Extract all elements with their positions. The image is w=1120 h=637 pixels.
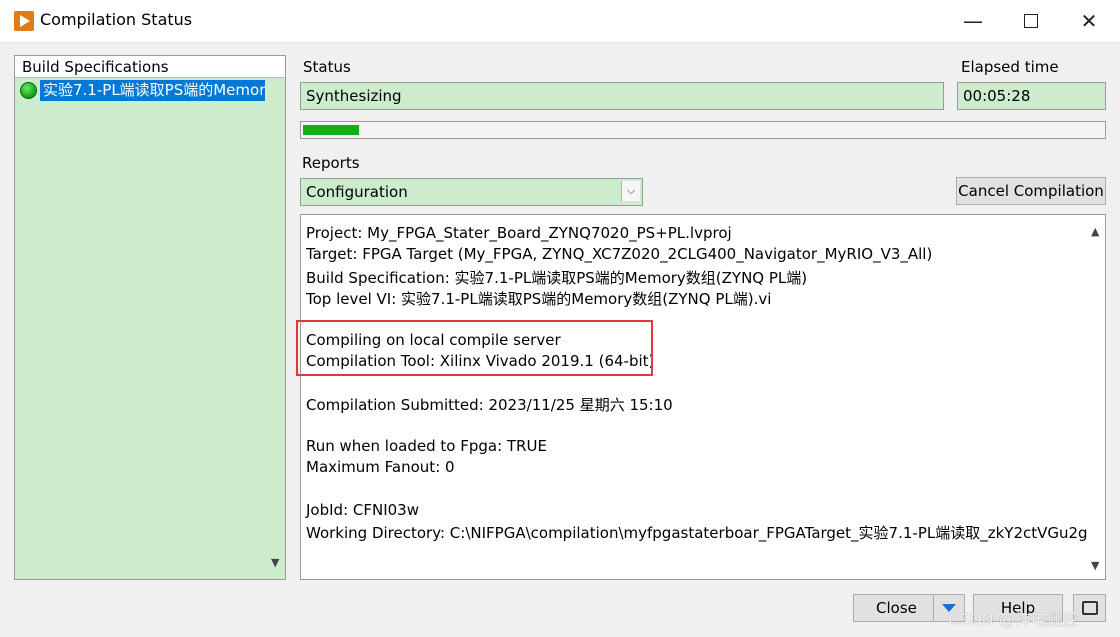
annotation-highlight-box (296, 320, 653, 376)
reports-dropdown[interactable]: Configuration ⌵ (300, 178, 643, 206)
elapsed-time-field: 00:05:28 (957, 82, 1106, 110)
cancel-compilation-button[interactable]: Cancel Compilation (956, 177, 1106, 205)
scroll-down-icon[interactable]: ▼ (271, 556, 279, 569)
printer-icon (1081, 601, 1098, 615)
window-title: Compilation Status (40, 10, 193, 29)
build-specifications-header: Build Specifications (15, 56, 285, 78)
report-scrollbar[interactable]: ▲ ▼ (1087, 215, 1105, 579)
report-line: Working Directory: C:\NIFPGA\compilation… (306, 524, 1088, 543)
status-field: Synthesizing (300, 82, 944, 110)
build-list-scrollbar[interactable]: ▼ (267, 78, 285, 579)
title-bar: Compilation Status — ✕ (0, 0, 1120, 43)
chevron-down-icon[interactable]: ⌵ (621, 181, 640, 201)
close-button-label: Close (876, 599, 917, 617)
scroll-down-icon[interactable]: ▼ (1091, 559, 1099, 572)
close-icon: ✕ (1080, 9, 1098, 33)
report-line: Maximum Fanout: 0 (306, 458, 455, 477)
watermark: CSDN @神电测控 (948, 610, 1079, 629)
maximize-button[interactable] (1002, 0, 1060, 42)
report-line: Top level VI: 实验7.1-PL端读取PS端的Memory数组(ZY… (306, 289, 772, 308)
report-line: Compilation Submitted: 2023/11/25 星期六 15… (306, 396, 673, 415)
progress-bar (300, 121, 1106, 139)
report-line: Target: FPGA Target (My_FPGA, ZYNQ_XC7Z0… (306, 245, 933, 264)
reports-selected-value: Configuration (306, 183, 408, 201)
report-line: Project: My_FPGA_Stater_Board_ZYNQ7020_P… (306, 224, 732, 242)
status-ok-icon (20, 82, 37, 99)
report-line: JobId: CFNI03w (306, 500, 419, 519)
close-window-button[interactable]: ✕ (1060, 0, 1118, 42)
report-line: Run when loaded to Fpga: TRUE (306, 437, 547, 455)
status-label: Status (303, 58, 351, 76)
elapsed-time-label: Elapsed time (961, 58, 1059, 76)
progress-fill (303, 125, 359, 135)
maximize-icon (1024, 14, 1038, 28)
scroll-up-icon[interactable]: ▲ (1091, 225, 1099, 238)
report-line: Build Specification: 实验7.1-PL端读取PS端的Memo… (306, 268, 808, 287)
labview-app-icon (14, 11, 34, 31)
build-spec-item[interactable]: 实验7.1-PL端读取PS端的Memor (17, 80, 267, 102)
minimize-icon: — (963, 9, 983, 33)
build-specifications-list[interactable]: Build Specifications 实验7.1-PL端读取PS端的Memo… (14, 55, 286, 580)
build-spec-item-label: 实验7.1-PL端读取PS端的Memor (40, 80, 265, 101)
minimize-button[interactable]: — (944, 0, 1002, 42)
report-text-area: Project: My_FPGA_Stater_Board_ZYNQ7020_P… (300, 214, 1106, 580)
reports-label: Reports (302, 154, 360, 172)
